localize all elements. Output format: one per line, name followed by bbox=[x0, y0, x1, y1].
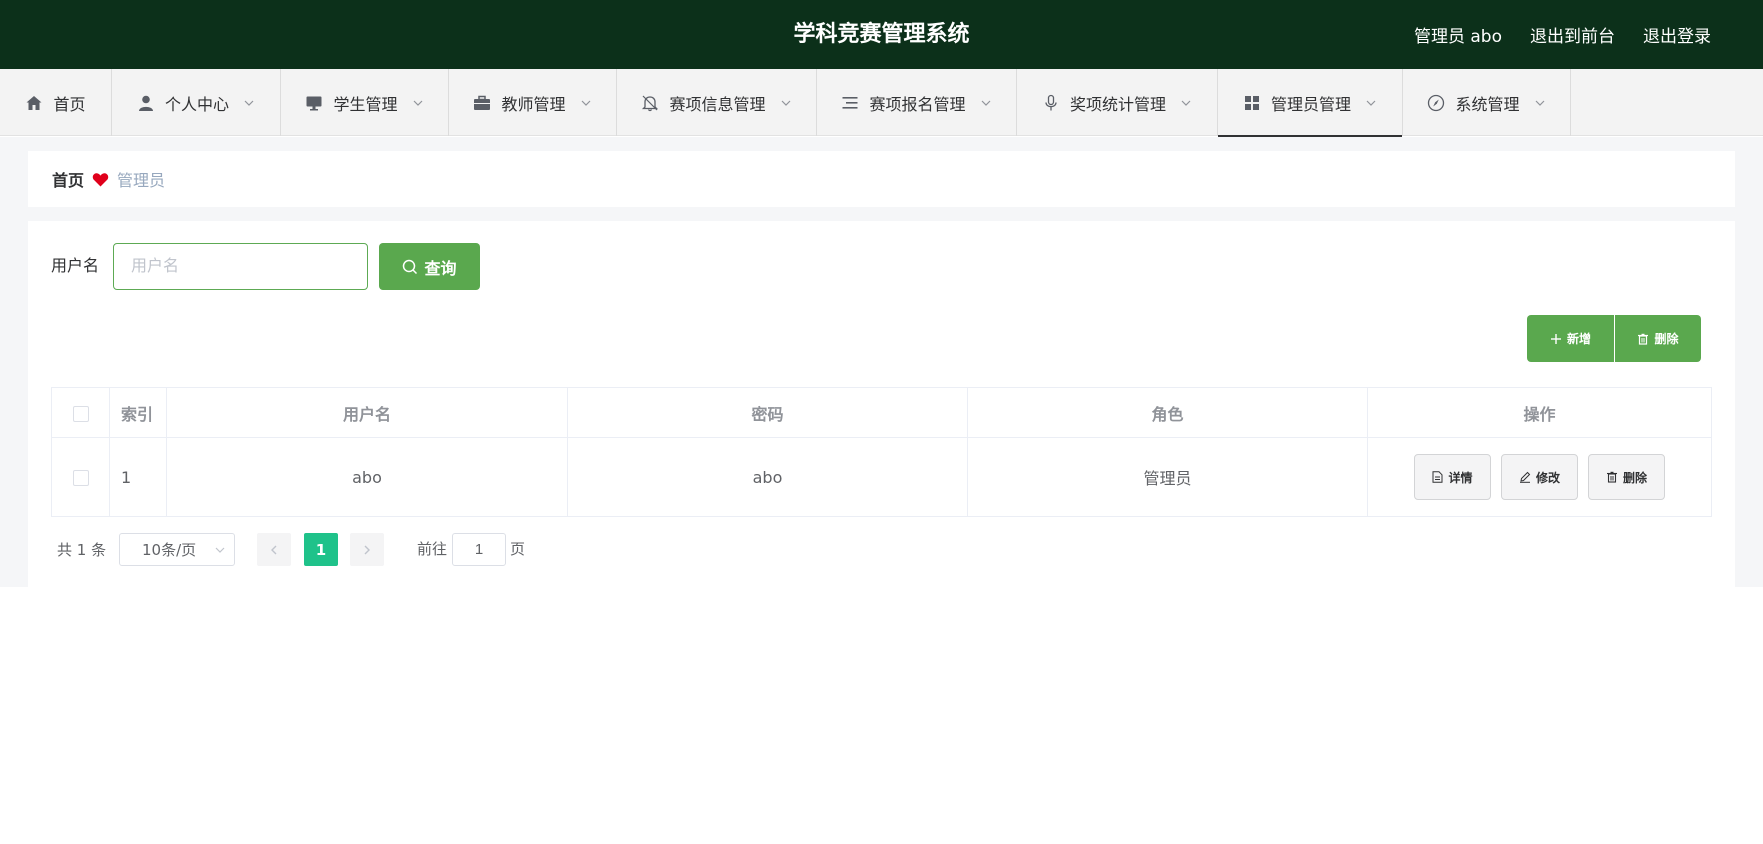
main-nav: 首页 个人中心 学生管理 教师管理 赛项信息管理 赛项报名管理 奖项统计管理 管… bbox=[0, 69, 1763, 137]
list-icon bbox=[841, 94, 859, 112]
column-header-role: 角色 bbox=[967, 387, 1368, 438]
edit-button[interactable]: 修改 bbox=[1501, 454, 1578, 500]
cell-index: 1 bbox=[109, 437, 167, 517]
goto-page-input[interactable] bbox=[452, 533, 506, 566]
select-all-checkbox[interactable] bbox=[72, 405, 89, 422]
search-label: 用户名 bbox=[51, 256, 100, 275]
trash-icon bbox=[1606, 471, 1617, 483]
nav-item-label: 奖项统计管理 bbox=[1069, 94, 1166, 114]
edit-button-label: 修改 bbox=[1535, 470, 1560, 485]
plus-icon bbox=[1550, 333, 1561, 344]
document-icon bbox=[1432, 471, 1443, 483]
edit-icon bbox=[1519, 471, 1531, 483]
admin-table: 索引 用户名 密码 角色 操作 1 abo abo 管理员 详情 修改 删除 bbox=[51, 387, 1712, 517]
logout-link[interactable]: 退出登录 bbox=[1643, 22, 1711, 47]
chevron-down-icon bbox=[1535, 100, 1544, 106]
chevron-down-icon bbox=[581, 100, 590, 106]
nav-item-award-statistics-management[interactable]: 奖项统计管理 bbox=[1017, 69, 1218, 136]
goto-label: 前往 bbox=[417, 540, 448, 558]
page-number-current[interactable]: 1 bbox=[304, 533, 338, 566]
add-button-label: 新增 bbox=[1566, 332, 1591, 346]
column-header-username: 用户名 bbox=[166, 387, 568, 438]
detail-button[interactable]: 详情 bbox=[1414, 454, 1491, 500]
nav-item-label: 教师管理 bbox=[501, 94, 566, 114]
header-user-area: 管理员 abo 退出到前台 退出登录 bbox=[1414, 0, 1711, 69]
cell-password: abo bbox=[567, 437, 968, 517]
add-button[interactable]: 新增 bbox=[1527, 315, 1614, 362]
exit-to-front-link[interactable]: 退出到前台 bbox=[1530, 22, 1615, 47]
breadcrumb-current: 管理员 bbox=[117, 171, 166, 190]
page-size-value: 10条/页 bbox=[142, 541, 197, 559]
search-button-label: 查询 bbox=[424, 260, 457, 278]
cell-role: 管理员 bbox=[967, 437, 1368, 517]
nav-item-label: 管理员管理 bbox=[1270, 94, 1351, 114]
monitor-icon bbox=[305, 94, 323, 112]
nav-item-label: 首页 bbox=[53, 94, 86, 114]
nav-item-admin-management[interactable]: 管理员管理 bbox=[1218, 69, 1403, 137]
row-select-cell bbox=[51, 437, 110, 517]
goto-unit: 页 bbox=[510, 540, 526, 558]
chevron-down-icon bbox=[1366, 100, 1376, 106]
search-icon bbox=[403, 259, 418, 274]
nav-item-label: 赛项报名管理 bbox=[869, 94, 966, 114]
grid-icon bbox=[1243, 94, 1261, 112]
nav-item-teacher-management[interactable]: 教师管理 bbox=[449, 69, 617, 136]
breadcrumb-home[interactable]: 首页 bbox=[52, 167, 84, 191]
current-user-label: 管理员 abo bbox=[1413, 27, 1502, 47]
trash-icon bbox=[1638, 333, 1649, 345]
chevron-down-icon bbox=[981, 100, 990, 106]
prev-page-button[interactable] bbox=[257, 533, 291, 566]
username-search-input[interactable] bbox=[113, 243, 368, 290]
chevron-down-icon bbox=[244, 100, 254, 106]
main-content: 用户名 查询 新增 删除 索引 用户名 密码 角色 操作 1 abo bbox=[28, 221, 1735, 587]
top-header: 学科竞赛管理系统 管理员 abo 退出到前台 退出登录 bbox=[0, 0, 1763, 69]
nav-item-personal-center[interactable]: 个人中心 bbox=[112, 69, 281, 136]
row-checkbox[interactable] bbox=[72, 470, 89, 486]
column-header-index: 索引 bbox=[109, 387, 167, 438]
nav-item-label: 学生管理 bbox=[333, 94, 398, 114]
user-icon bbox=[137, 94, 155, 112]
batch-delete-label: 删除 bbox=[1654, 332, 1679, 346]
nav-item-system-management[interactable]: 系统管理 bbox=[1403, 69, 1571, 136]
pagination-total: 共 1 条 bbox=[57, 540, 107, 559]
select-all-cell bbox=[51, 387, 110, 438]
search-button[interactable]: 查询 bbox=[379, 243, 480, 290]
nav-item-label: 赛项信息管理 bbox=[669, 94, 766, 114]
batch-delete-button[interactable]: 删除 bbox=[1615, 315, 1701, 362]
briefcase-icon bbox=[473, 94, 491, 112]
home-icon bbox=[25, 94, 43, 112]
cell-username: abo bbox=[166, 437, 568, 517]
nav-item-event-info-management[interactable]: 赛项信息管理 bbox=[617, 69, 817, 136]
chevron-down-icon bbox=[1181, 100, 1191, 106]
breadcrumb: 首页 管理员 bbox=[28, 151, 1735, 207]
table-header-row: 索引 用户名 密码 角色 操作 bbox=[51, 387, 1712, 438]
chevron-down-icon bbox=[215, 547, 225, 553]
nav-item-registration-management[interactable]: 赛项报名管理 bbox=[817, 69, 1017, 136]
column-header-actions: 操作 bbox=[1367, 387, 1712, 438]
column-header-password: 密码 bbox=[567, 387, 968, 438]
nav-item-student-management[interactable]: 学生管理 bbox=[281, 69, 449, 136]
page-size-select[interactable]: 10条/页 bbox=[119, 533, 235, 566]
compass-icon bbox=[1427, 94, 1445, 112]
nav-item-label: 个人中心 bbox=[164, 94, 229, 114]
nav-item-home[interactable]: 首页 bbox=[0, 69, 112, 136]
bell-icon bbox=[641, 94, 659, 112]
chevron-down-icon bbox=[781, 100, 790, 106]
table-row: 1 abo abo 管理员 详情 修改 删除 bbox=[51, 437, 1712, 517]
chevron-left-icon bbox=[271, 545, 277, 554]
chevron-down-icon bbox=[413, 100, 422, 106]
chevron-right-icon bbox=[364, 545, 370, 554]
row-delete-label: 删除 bbox=[1622, 470, 1647, 485]
cell-actions: 详情 修改 删除 bbox=[1367, 437, 1712, 517]
row-delete-button[interactable]: 删除 bbox=[1588, 454, 1665, 500]
microphone-icon bbox=[1042, 94, 1060, 112]
heart-icon bbox=[92, 172, 109, 186]
next-page-button[interactable] bbox=[350, 533, 384, 566]
nav-item-label: 系统管理 bbox=[1455, 94, 1520, 114]
detail-button-label: 详情 bbox=[1448, 470, 1473, 485]
